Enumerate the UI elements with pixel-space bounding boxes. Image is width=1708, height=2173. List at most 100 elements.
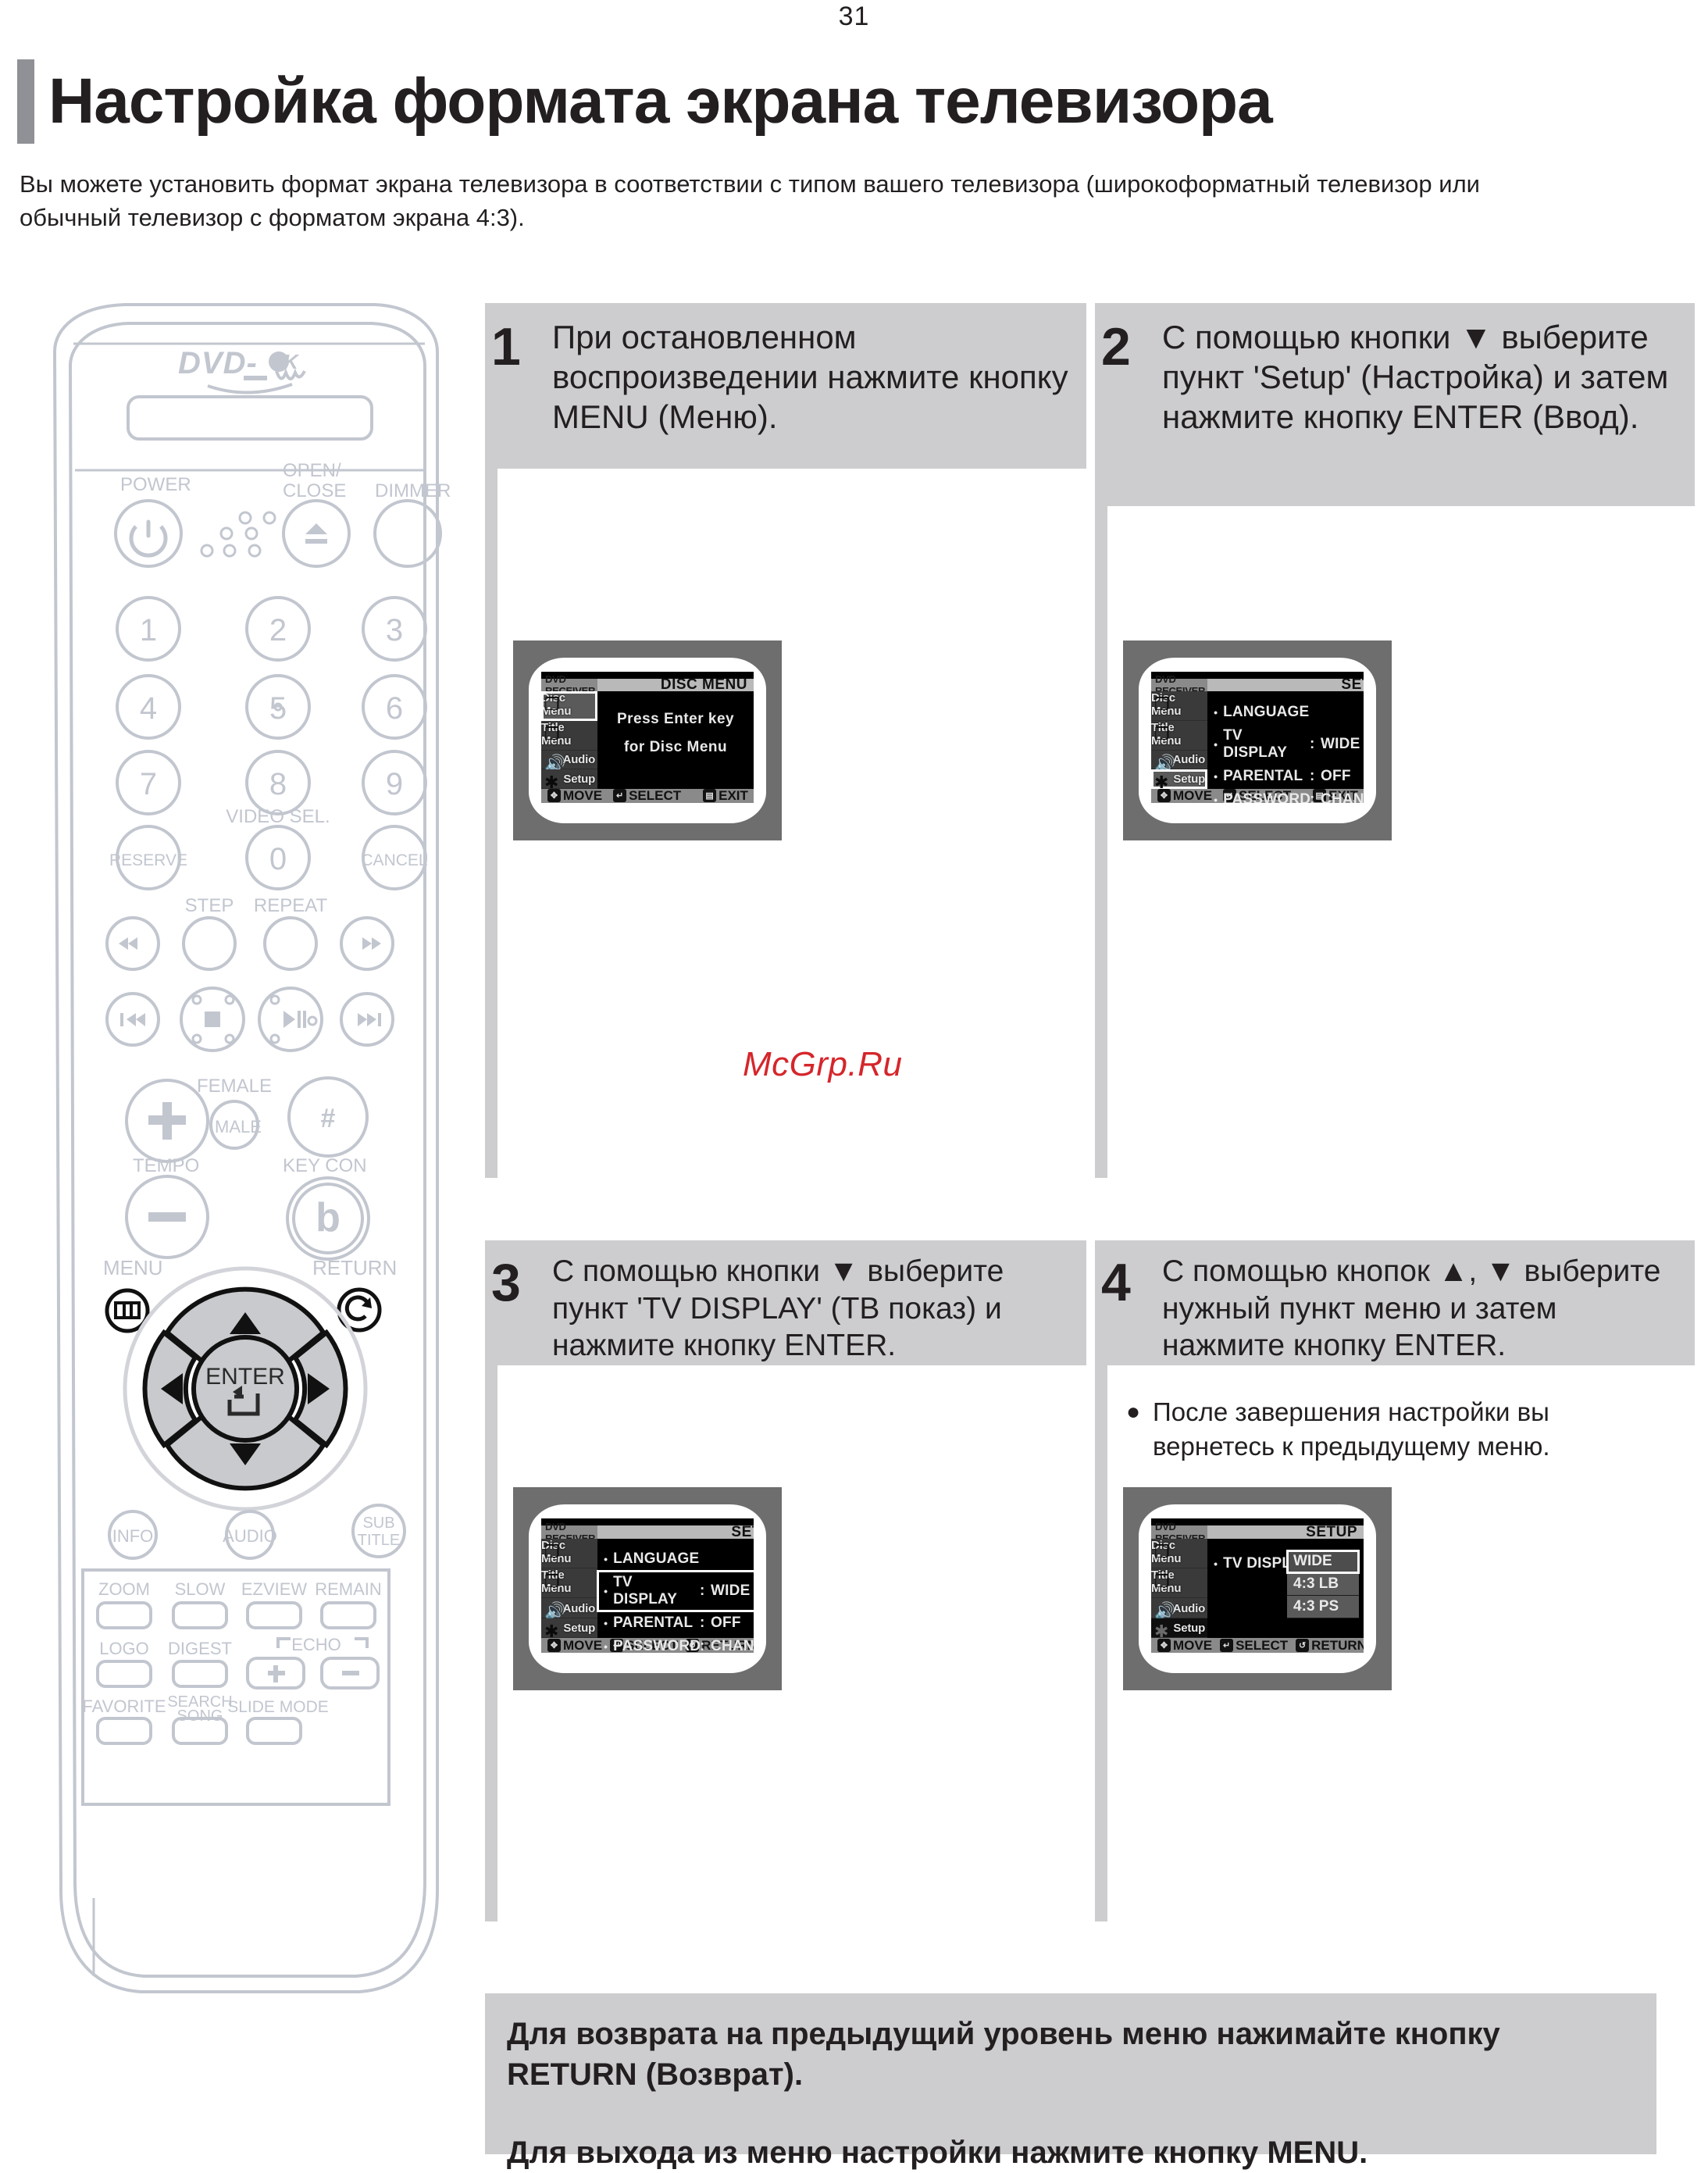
svg-text:6: 6 bbox=[386, 691, 403, 726]
svg-text:ZOOM: ZOOM bbox=[98, 1579, 150, 1599]
option-43ps[interactable]: 4:3 PS bbox=[1287, 1596, 1359, 1619]
svg-text:8: 8 bbox=[269, 767, 287, 801]
tv-bezel: DVD RECEIVER ❐ Disc Menu ❐ Title Menu 🔊 … bbox=[1139, 1504, 1376, 1673]
svg-text:SLOW: SLOW bbox=[175, 1579, 226, 1599]
svg-text:CANCEL: CANCEL bbox=[361, 851, 427, 869]
footer-exit: ▤ EXIT bbox=[703, 788, 748, 803]
tv-bezel: DVD RECEIVER ❐ Disc Menu ❐ Title Menu 🔊 … bbox=[529, 658, 766, 823]
tv-display-options: WIDE 4:3 LB 4:3 PS bbox=[1286, 1550, 1360, 1619]
bottom-note: Для возврата на предыдущий уровень меню … bbox=[485, 1993, 1656, 2170]
sidebar-item-title-menu[interactable]: ❐ Title Menu bbox=[541, 1568, 598, 1598]
svg-text:#: # bbox=[321, 1104, 336, 1133]
sidebar-label: Setup bbox=[563, 772, 596, 786]
title-menu-icon: ❐ bbox=[1154, 1571, 1170, 1591]
sidebar-item-audio[interactable]: 🔊 Audio bbox=[541, 751, 598, 773]
menu-row-password[interactable]: • PASSWORD : CHANGE › bbox=[1207, 788, 1364, 803]
tv-bezel: DVD RECEIVER ❐ Disc Menu ❐ Title Menu 🔊 … bbox=[529, 1504, 766, 1673]
osd-sidebar-1: DVD RECEIVER ❐ Disc Menu ❐ Title Menu 🔊 … bbox=[541, 673, 598, 791]
label-audio: AUDIO bbox=[223, 1526, 277, 1546]
sidebar-item-title-menu[interactable]: ❐ Title Menu bbox=[541, 721, 598, 751]
option-wide[interactable]: WIDE bbox=[1286, 1550, 1360, 1575]
move-pad-icon: ✥ bbox=[547, 1639, 561, 1653]
label-video-sel: VIDEO SEL. bbox=[226, 806, 330, 827]
menu-row-language[interactable]: • LANGUAGE › bbox=[597, 1547, 754, 1571]
svg-text:9: 9 bbox=[386, 767, 403, 801]
svg-text:5: 5 bbox=[269, 691, 287, 726]
navigation-pad: ENTER bbox=[123, 1266, 368, 1511]
step-4-number: 4 bbox=[1101, 1253, 1131, 1312]
sidebar-item-disc-menu[interactable]: ❐ Disc Menu bbox=[1151, 691, 1208, 722]
sidebar-item-setup[interactable]: ✱ Setup bbox=[541, 769, 598, 791]
sidebar-item-audio[interactable]: 🔊 Audio bbox=[1151, 1597, 1208, 1619]
label-step: STEP bbox=[185, 895, 234, 916]
bullet-icon: • bbox=[604, 1640, 608, 1653]
osd-message-1: Press Enter key for Disc Menu bbox=[597, 705, 754, 762]
sidebar-item-disc-menu[interactable]: ❐ Disc Menu bbox=[541, 691, 598, 722]
step-1-text: При остановленном воспроизведении нажмит… bbox=[552, 319, 1068, 436]
intro-paragraph: Вы можете установить формат экрана телев… bbox=[20, 170, 1480, 231]
svg-text:ENTER: ENTER bbox=[205, 1364, 285, 1390]
osd-message-line2: for Disc Menu bbox=[623, 739, 728, 756]
sidebar-item-setup[interactable]: ✱ Setup bbox=[541, 1618, 598, 1640]
menu-row-parental[interactable]: • PARENTAL : OFF › bbox=[597, 1611, 754, 1635]
osd-screen-4: DVD RECEIVER ❐ Disc Menu ❐ Title Menu 🔊 … bbox=[1151, 1518, 1364, 1653]
enter-icon: ↵ bbox=[1220, 1639, 1234, 1653]
sidebar-item-title-menu[interactable]: ❐ Title Menu bbox=[1151, 1568, 1208, 1598]
sidebar-item-disc-menu[interactable]: ❐ Disc Menu bbox=[541, 1538, 598, 1568]
sidebar-item-title-menu[interactable]: ❐ Title Menu bbox=[1151, 721, 1208, 751]
svg-text:FAVORITE: FAVORITE bbox=[82, 1697, 166, 1716]
label-female: FEMALE bbox=[197, 1076, 272, 1097]
bullet-icon: • bbox=[604, 1617, 608, 1630]
svg-text:SUB: SUB bbox=[362, 1515, 394, 1532]
sidebar-item-audio[interactable]: 🔊 Audio bbox=[1151, 751, 1208, 773]
svg-text:2: 2 bbox=[269, 613, 287, 648]
title-menu-icon: ❐ bbox=[544, 724, 560, 744]
label-repeat: REPEAT bbox=[254, 895, 328, 916]
step-3: 3 С помощью кнопки ▼ выберите пункт 'TV … bbox=[485, 1240, 1086, 1928]
label-tempo: TEMPO bbox=[133, 1155, 199, 1176]
step-2-text: С помощью кнопки ▼ выберите пункт 'Setup… bbox=[1162, 319, 1669, 436]
tv-screen-4: DVD RECEIVER ❐ Disc Menu ❐ Title Menu 🔊 … bbox=[1123, 1487, 1392, 1690]
return-icon: ↺ bbox=[1296, 1639, 1310, 1653]
osd-brand: DVD RECEIVER bbox=[1151, 1521, 1208, 1544]
osd-sidebar-3: DVD RECEIVER ❐ Disc Menu ❐ Title Menu 🔊 … bbox=[541, 1521, 598, 1640]
step-4-text: С помощью кнопок ▲, ▼ выберите нужный пу… bbox=[1162, 1254, 1661, 1363]
step-2-number: 2 bbox=[1101, 317, 1131, 376]
svg-text:LOGO: LOGO bbox=[99, 1639, 149, 1658]
step-4-note: ● После завершения настройки вы вернетес… bbox=[1126, 1395, 1626, 1464]
osd-content-1: DISC MENU Press Enter key for Disc Menu bbox=[597, 676, 754, 789]
step-2: 2 С помощью кнопки ▼ выберите пункт 'Set… bbox=[1095, 303, 1695, 1209]
move-pad-icon: ✥ bbox=[1157, 1639, 1171, 1653]
page-title-row: Настройка формата экрана телевизора bbox=[17, 59, 1657, 145]
svg-text:DVD-: DVD- bbox=[178, 346, 258, 380]
label-keycon: KEY CON bbox=[283, 1155, 367, 1176]
menu-row-language[interactable]: • LANGUAGE › bbox=[1207, 701, 1364, 724]
sidebar-label: Audio bbox=[1172, 753, 1206, 767]
sidebar-label: Audio bbox=[562, 753, 596, 767]
menu-row-parental[interactable]: • PARENTAL : OFF › bbox=[1207, 765, 1364, 788]
sidebar-item-audio[interactable]: 🔊 Audio bbox=[541, 1597, 598, 1619]
disc-menu-icon: ❐ bbox=[544, 1541, 560, 1561]
osd-title-3: SETUP bbox=[597, 1524, 754, 1540]
title-accent-bar bbox=[17, 59, 34, 144]
disc-menu-icon: ❐ bbox=[544, 694, 560, 715]
bullet-icon: • bbox=[1214, 706, 1218, 719]
watermark: McGrp.Ru bbox=[743, 1045, 903, 1083]
bullet-icon: • bbox=[604, 1585, 608, 1598]
svg-text:SLIDE MODE: SLIDE MODE bbox=[227, 1698, 329, 1716]
step-2-rail bbox=[1095, 506, 1107, 1178]
disc-menu-icon: ❐ bbox=[1154, 694, 1170, 715]
option-43lb[interactable]: 4:3 LB bbox=[1287, 1573, 1359, 1597]
sidebar-label: Audio bbox=[562, 1601, 596, 1615]
menu-row-tv-display[interactable]: • TV DISPLAY : WIDE › bbox=[1207, 724, 1364, 765]
title-menu-icon: ❐ bbox=[1154, 724, 1170, 744]
sidebar-item-setup[interactable]: ✱ Setup bbox=[1151, 769, 1208, 791]
sidebar-item-setup[interactable]: ✱ Setup bbox=[1151, 1618, 1208, 1640]
menu-row-tv-display[interactable]: • TV DISPLAY : WIDE › bbox=[597, 1570, 754, 1613]
menu-row-password[interactable]: • PASSWORD : CHANGE › bbox=[597, 1635, 754, 1653]
label-open: OPEN/ bbox=[283, 460, 341, 481]
osd-sidebar-4: DVD RECEIVER ❐ Disc Menu ❐ Title Menu 🔊 … bbox=[1151, 1521, 1208, 1640]
label-info: INFO bbox=[112, 1526, 154, 1546]
sidebar-item-disc-menu[interactable]: ❐ Disc Menu bbox=[1151, 1538, 1208, 1568]
label-menu: MENU bbox=[103, 1256, 163, 1279]
